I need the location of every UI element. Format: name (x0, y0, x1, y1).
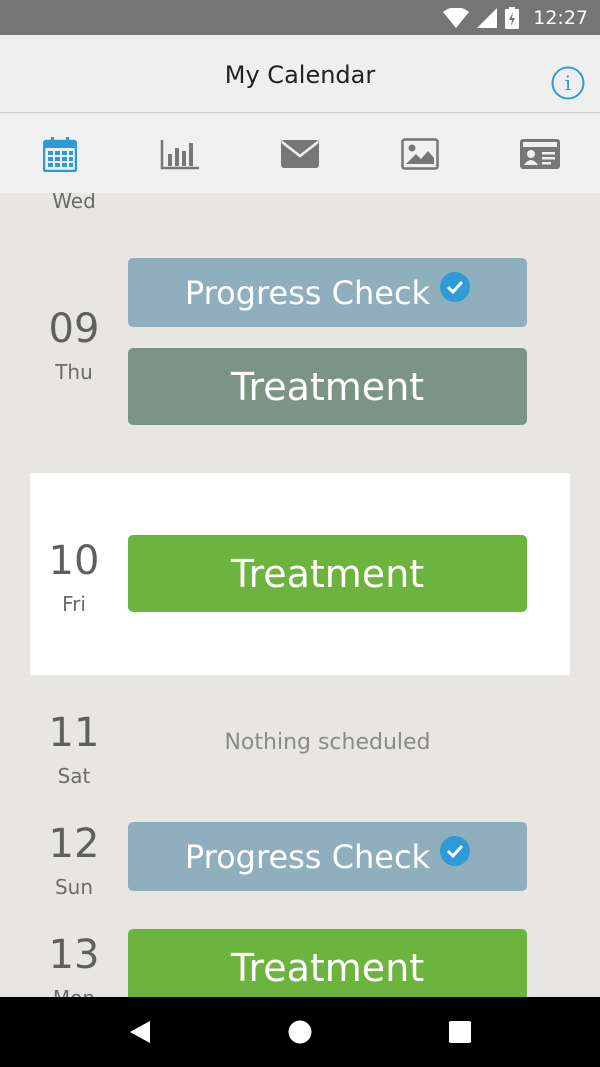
back-button[interactable] (110, 1002, 170, 1062)
day-number: 11 (48, 710, 100, 756)
info-icon: i (551, 66, 585, 100)
bar-chart-icon (160, 139, 199, 169)
event-label: Treatment (230, 945, 425, 990)
mail-icon (281, 139, 319, 168)
image-icon (401, 137, 439, 170)
day-name: Mon (24, 986, 124, 997)
id-card-icon (520, 138, 560, 169)
day-number: 09 (48, 306, 100, 352)
event-progress-check[interactable]: Progress Check (128, 822, 527, 891)
event-treatment[interactable]: Treatment (128, 348, 527, 425)
checkmark-icon (440, 271, 471, 302)
event-label: Progress Check (184, 837, 431, 876)
tab-calendar[interactable] (0, 114, 120, 193)
tab-progress[interactable] (120, 114, 240, 193)
event-treatment[interactable]: Treatment (128, 929, 527, 997)
back-icon (130, 1021, 150, 1043)
recents-icon (449, 1021, 471, 1043)
day-name: Sat (57, 764, 91, 788)
wifi-icon (443, 7, 470, 28)
tab-bar (0, 114, 600, 193)
home-icon (288, 1020, 312, 1044)
app-bar: My Calendar i (0, 35, 600, 113)
status-bar: 12:27 (0, 0, 600, 35)
event-treatment[interactable]: Treatment (128, 535, 527, 612)
day-name: Thu (55, 360, 93, 384)
day-name: Sun (54, 875, 94, 899)
home-button[interactable] (270, 1002, 330, 1062)
signal-icon (477, 7, 498, 28)
page-title: My Calendar (224, 61, 376, 89)
tab-messages[interactable] (240, 114, 360, 193)
info-button[interactable]: i (551, 66, 585, 100)
calendar-list[interactable]: Wed 09 Thu Progress Check Treatment 10 F… (0, 193, 600, 997)
empty-day-text: Nothing scheduled (224, 730, 431, 755)
battery-icon (505, 6, 520, 29)
checkmark-icon (440, 835, 471, 866)
system-nav-bar (0, 997, 600, 1067)
day-number: 13 (48, 932, 100, 978)
tab-profile[interactable] (480, 114, 600, 193)
svg-text:i: i (565, 71, 571, 95)
day-number: 12 (48, 821, 100, 867)
event-label: Treatment (230, 551, 425, 596)
tab-photos[interactable] (360, 114, 480, 193)
calendar-icon (43, 136, 77, 172)
day-name: Fri (62, 592, 86, 616)
day-name: Wed (52, 193, 96, 213)
event-label: Treatment (230, 364, 425, 409)
status-time: 12:27 (533, 6, 588, 29)
event-label: Progress Check (184, 273, 431, 312)
day-number: 10 (48, 538, 100, 584)
recents-button[interactable] (430, 1002, 490, 1062)
event-progress-check[interactable]: Progress Check (128, 258, 527, 327)
